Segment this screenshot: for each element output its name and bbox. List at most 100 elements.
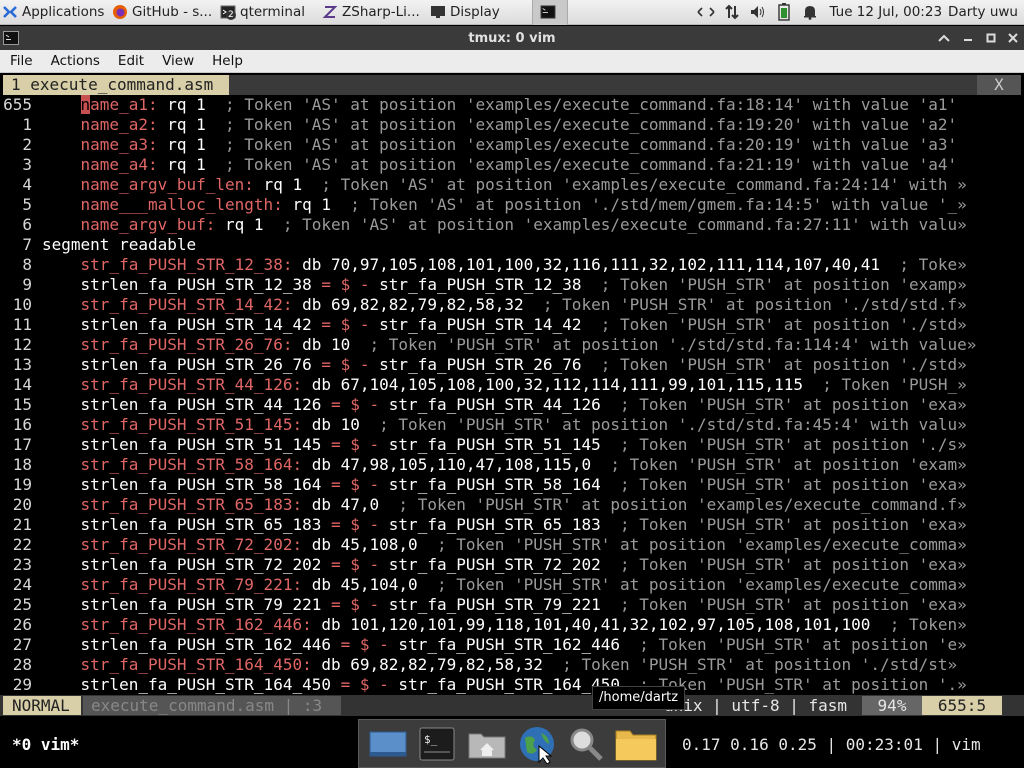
vim-line[interactable]: 2 name_a3: rq 1 ; Token 'AS' at position…: [0, 135, 1024, 155]
vim-line[interactable]: 25 strlen_fa_PUSH_STR_79_221 = $ - str_f…: [0, 595, 1024, 615]
line-number: 18: [12, 455, 32, 474]
network-updown-icon[interactable]: [719, 0, 745, 25]
taskbar-item-github[interactable]: GitHub - s...: [108, 0, 216, 25]
code-token: rq 1: [253, 175, 322, 194]
taskbar-item-zsharp[interactable]: ZSharp-Li...: [318, 0, 426, 25]
vim-line[interactable]: 18 str_fa_PUSH_STR_58_164: db 47,98,105,…: [0, 455, 1024, 475]
code-token: str_fa_PUSH_STR_58_164:: [80, 455, 303, 474]
taskbar-item-active-terminal[interactable]: [532, 0, 568, 25]
vim-line[interactable]: 19 strlen_fa_PUSH_STR_58_164 = $ - str_f…: [0, 475, 1024, 495]
vim-mode-indicator: NORMAL: [3, 696, 81, 715]
line-code: str_fa_PUSH_STR_26_76: db 10 ; Token 'PU…: [42, 335, 977, 355]
vim-line[interactable]: 12 str_fa_PUSH_STR_26_76: db 10 ; Token …: [0, 335, 1024, 355]
vim-statusline: NORMAL execute_command.asm | :3 unix | u…: [0, 695, 1024, 716]
line-code: strlen_fa_PUSH_STR_65_183 = $ - str_fa_P…: [42, 515, 967, 535]
vim-line[interactable]: 10 str_fa_PUSH_STR_14_42: db 69,82,82,79…: [0, 295, 1024, 315]
line-code: name_argv_buf: rq 1 ; Token 'AS' at posi…: [42, 215, 967, 235]
web-browser-icon[interactable]: [515, 723, 559, 765]
line-code: strlen_fa_PUSH_STR_51_145 = $ - str_fa_P…: [42, 435, 967, 455]
vim-line[interactable]: 27 strlen_fa_PUSH_STR_162_446 = $ - str_…: [0, 635, 1024, 655]
battery-icon[interactable]: [771, 0, 797, 25]
vim-line[interactable]: 23 strlen_fa_PUSH_STR_72_202 = $ - str_f…: [0, 555, 1024, 575]
code-token: db 69,82,82,79,82,58,32: [292, 295, 543, 314]
vim-line[interactable]: 9 strlen_fa_PUSH_STR_12_38 = $ - str_fa_…: [0, 275, 1024, 295]
vim-line[interactable]: 16 str_fa_PUSH_STR_51_145: db 10 ; Token…: [0, 415, 1024, 435]
chevron-up-icon[interactable]: [936, 30, 952, 46]
line-code: strlen_fa_PUSH_STR_79_221 = $ - str_fa_P…: [42, 595, 967, 615]
line-code: strlen_fa_PUSH_STR_164_450 = $ - str_fa_…: [42, 675, 967, 695]
show-desktop-icon[interactable]: [366, 723, 410, 765]
applications-menu-button[interactable]: Applications ☰: [0, 0, 108, 25]
vim-line[interactable]: 5 name___malloc_length: rq 1 ; Token 'AS…: [0, 195, 1024, 215]
code-token: = $ -: [321, 355, 370, 374]
vim-line[interactable]: 15 strlen_fa_PUSH_STR_44_126 = $ - str_f…: [0, 395, 1024, 415]
menu-edit[interactable]: Edit: [108, 53, 152, 69]
vim-line[interactable]: 26 str_fa_PUSH_STR_162_446: db 101,120,1…: [0, 615, 1024, 635]
vim-line[interactable]: 3 name_a4: rq 1 ; Token 'AS' at position…: [0, 155, 1024, 175]
window-titlebar[interactable]: tmux: 0 vim: [0, 26, 1024, 50]
code-token: ; Token 'AS' at position 'examples/execu…: [225, 135, 958, 154]
user-menu[interactable]: Darty uwu: [948, 4, 1024, 20]
line-code: segment readable: [42, 235, 196, 255]
menu-file[interactable]: File: [0, 53, 41, 69]
tmux-window-list[interactable]: *0 vim*: [12, 735, 79, 755]
home-folder-icon[interactable]: [465, 723, 509, 765]
vim-line[interactable]: 24 str_fa_PUSH_STR_79_221: db 45,104,0 ;…: [0, 575, 1024, 595]
vim-tab-active[interactable]: 1 execute_command.asm: [3, 75, 229, 95]
code-token: = $ -: [330, 435, 380, 454]
vim-line[interactable]: 22 str_fa_PUSH_STR_72_202: db 45,108,0 ;…: [0, 535, 1024, 555]
minimize-icon[interactable]: [960, 30, 976, 46]
vim-tab-close-button[interactable]: X: [977, 75, 1021, 95]
code-token: str_fa_PUSH_STR_44_126: [379, 395, 620, 414]
line-number: 14: [12, 375, 32, 394]
vim-line[interactable]: 4 name_argv_buf_len: rq 1 ; Token 'AS' a…: [0, 175, 1024, 195]
code-token: rq 1: [215, 215, 283, 234]
menu-help[interactable]: Help: [202, 53, 251, 69]
line-number: 26: [12, 615, 32, 634]
code-token: ; Token 'PUSH_STR' at position 'exa»: [619, 515, 967, 534]
vim-line[interactable]: 655 name_a1: rq 1 ; Token 'AS' at positi…: [0, 95, 1024, 115]
clock[interactable]: Tue 12 Jul, 00:23: [823, 4, 948, 20]
folder-icon[interactable]: [614, 723, 658, 765]
display-icon: [430, 4, 446, 20]
vim-buffer[interactable]: 655 name_a1: rq 1 ; Token 'AS' at positi…: [0, 95, 1024, 695]
code-token: ; Token»: [889, 615, 967, 634]
line-code: str_fa_PUSH_STR_65_183: db 47,0 ; Token …: [42, 495, 967, 515]
maximize-icon[interactable]: [983, 30, 999, 46]
vim-line[interactable]: 6 name_argv_buf: rq 1 ; Token 'AS' at po…: [0, 215, 1024, 235]
close-icon[interactable]: [1005, 30, 1021, 46]
menu-actions[interactable]: Actions: [41, 53, 108, 69]
notification-bell-icon[interactable]: [797, 0, 823, 25]
search-icon[interactable]: [564, 723, 608, 765]
terminal-icon[interactable]: $_: [415, 723, 459, 765]
line-number: 12: [12, 335, 32, 354]
vim-line[interactable]: 28 str_fa_PUSH_STR_164_450: db 69,82,82,…: [0, 655, 1024, 675]
taskbar-item-display[interactable]: Display: [426, 0, 532, 25]
vim-line[interactable]: 13 strlen_fa_PUSH_STR_26_76 = $ - str_fa…: [0, 355, 1024, 375]
line-number: 10: [12, 295, 32, 314]
vim-line[interactable]: 29 strlen_fa_PUSH_STR_164_450 = $ - str_…: [0, 675, 1024, 695]
network-arrows-icon[interactable]: [693, 0, 719, 25]
vim-line[interactable]: 8 str_fa_PUSH_STR_12_38: db 70,97,105,10…: [0, 255, 1024, 275]
vim-line[interactable]: 14 str_fa_PUSH_STR_44_126: db 67,104,105…: [0, 375, 1024, 395]
vim-line[interactable]: 21 strlen_fa_PUSH_STR_65_183 = $ - str_f…: [0, 515, 1024, 535]
volume-icon[interactable]: [745, 0, 771, 25]
terminal-area[interactable]: 1 execute_command.asm X 655 name_a1: rq …: [0, 74, 1024, 768]
menu-view[interactable]: View: [152, 53, 202, 69]
code-token: = $ -: [340, 675, 389, 694]
code-token: ; Token 'PUSH_STR' at position 'exa»: [619, 555, 967, 574]
line-code: name_argv_buf_len: rq 1 ; Token 'AS' at …: [42, 175, 967, 195]
vim-line[interactable]: 7 segment readable: [0, 235, 1024, 255]
vim-line[interactable]: 20 str_fa_PUSH_STR_65_183: db 47,0 ; Tok…: [0, 495, 1024, 515]
vim-line[interactable]: 11 strlen_fa_PUSH_STR_14_42 = $ - str_fa…: [0, 315, 1024, 335]
vim-line[interactable]: 17 strlen_fa_PUSH_STR_51_145 = $ - str_f…: [0, 435, 1024, 455]
vim-line[interactable]: 1 name_a2: rq 1 ; Token 'AS' at position…: [0, 115, 1024, 135]
taskbar-item-qterminal[interactable]: 2 qterminal: [216, 0, 318, 25]
